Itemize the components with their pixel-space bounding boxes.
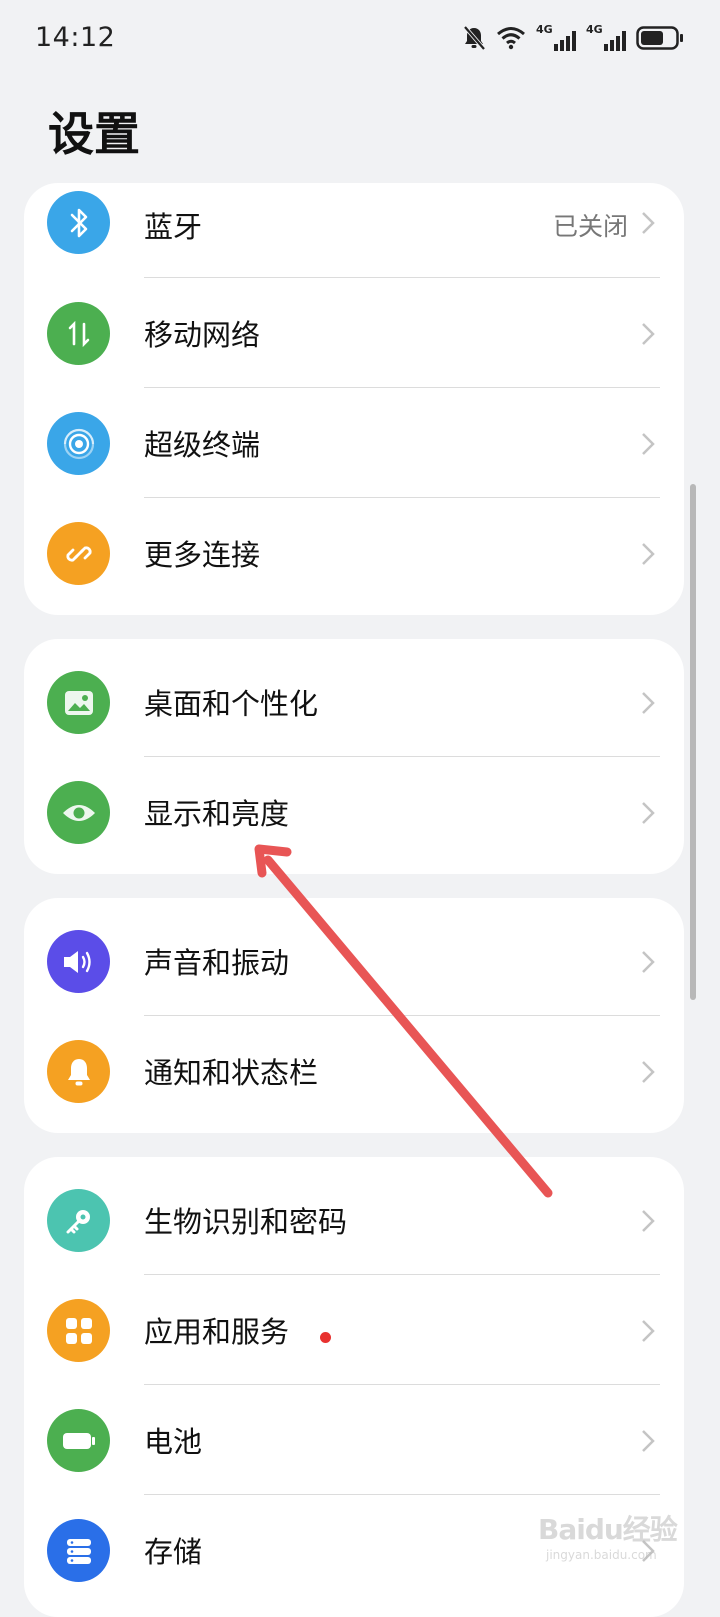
eye-icon [47, 781, 110, 844]
link-icon [47, 522, 110, 585]
key-icon [47, 1189, 110, 1252]
mute-bell-icon [463, 25, 486, 51]
settings-item-label: 蓝牙 [144, 210, 203, 244]
chevron-right-icon [642, 802, 655, 824]
battery-icon [47, 1409, 110, 1472]
settings-item-label: 应用和服务 [144, 1315, 290, 1349]
settings-item-label: 桌面和个性化 [144, 687, 319, 721]
bluetooth-icon [47, 191, 110, 254]
settings-item-home-screen[interactable]: 桌面和个性化 [24, 647, 684, 757]
watermark-url: jingyan.baidu.com [546, 1548, 657, 1562]
settings-item-label: 电池 [144, 1425, 203, 1459]
settings-item-label: 显示和亮度 [144, 797, 290, 831]
wallpaper-icon [47, 671, 110, 734]
settings-item-bluetooth[interactable]: 蓝牙 已关闭 [24, 183, 684, 278]
chevron-right-icon [642, 323, 655, 345]
settings-group-connectivity: 蓝牙 已关闭 移动网络 超级终端 更多连接 [24, 183, 684, 615]
apps-icon [47, 1299, 110, 1362]
new-badge-dot [320, 1332, 331, 1343]
network-type-label: 4G [586, 23, 603, 36]
storage-icon [47, 1519, 110, 1582]
status-bar: 14:12 4G 4G [0, 0, 720, 78]
bluetooth-status: 已关闭 [552, 212, 628, 241]
wifi-icon [497, 27, 525, 50]
chevron-right-icon [642, 1210, 655, 1232]
settings-item-label: 更多连接 [144, 538, 261, 572]
settings-item-notifications-status-bar[interactable]: 通知和状态栏 [24, 1016, 684, 1126]
super-device-icon [47, 412, 110, 475]
chevron-right-icon [642, 212, 655, 234]
chevron-right-icon [642, 543, 655, 565]
settings-item-biometrics-password[interactable]: 生物识别和密码 [24, 1165, 684, 1275]
mobile-data-icon [47, 302, 110, 365]
settings-item-label: 移动网络 [144, 318, 261, 352]
page-title: 设置 [48, 107, 140, 161]
battery-icon [636, 26, 683, 50]
network-type-label: 4G [536, 23, 553, 36]
chevron-right-icon [642, 951, 655, 973]
settings-item-more-connections[interactable]: 更多连接 [24, 498, 684, 608]
signal-4g-icon: 4G [586, 23, 626, 53]
watermark-logo: Baidu经验 [538, 1513, 678, 1546]
chevron-right-icon [642, 1061, 655, 1083]
settings-item-label: 超级终端 [144, 428, 261, 462]
settings-item-mobile-network[interactable]: 移动网络 [24, 278, 684, 388]
chevron-right-icon [642, 1430, 655, 1452]
scrollbar[interactable] [690, 484, 696, 1000]
settings-item-sound-vibration[interactable]: 声音和振动 [24, 906, 684, 1016]
chevron-right-icon [642, 433, 655, 455]
settings-item-label: 生物识别和密码 [144, 1205, 348, 1239]
chevron-right-icon [642, 692, 655, 714]
status-icons: 4G 4G [462, 20, 684, 56]
settings-group-sound-notifications: 声音和振动 通知和状态栏 [24, 898, 684, 1133]
settings-item-battery[interactable]: 电池 [24, 1385, 684, 1495]
settings-item-super-device[interactable]: 超级终端 [24, 388, 684, 498]
status-time: 14:12 [35, 22, 116, 53]
settings-item-apps-services[interactable]: 应用和服务 [24, 1275, 684, 1385]
settings-group-display: 桌面和个性化 显示和亮度 [24, 639, 684, 874]
settings-item-label: 声音和振动 [144, 946, 290, 980]
bell-icon [47, 1040, 110, 1103]
signal-4g-icon: 4G [536, 23, 576, 53]
chevron-right-icon [642, 1320, 655, 1342]
baidu-watermark: Baidu经验 jingyan.baidu.com [538, 1490, 678, 1570]
settings-item-label: 通知和状态栏 [144, 1056, 319, 1090]
settings-item-display-brightness[interactable]: 显示和亮度 [24, 757, 684, 867]
speaker-icon [47, 930, 110, 993]
settings-item-label: 存储 [144, 1535, 203, 1569]
